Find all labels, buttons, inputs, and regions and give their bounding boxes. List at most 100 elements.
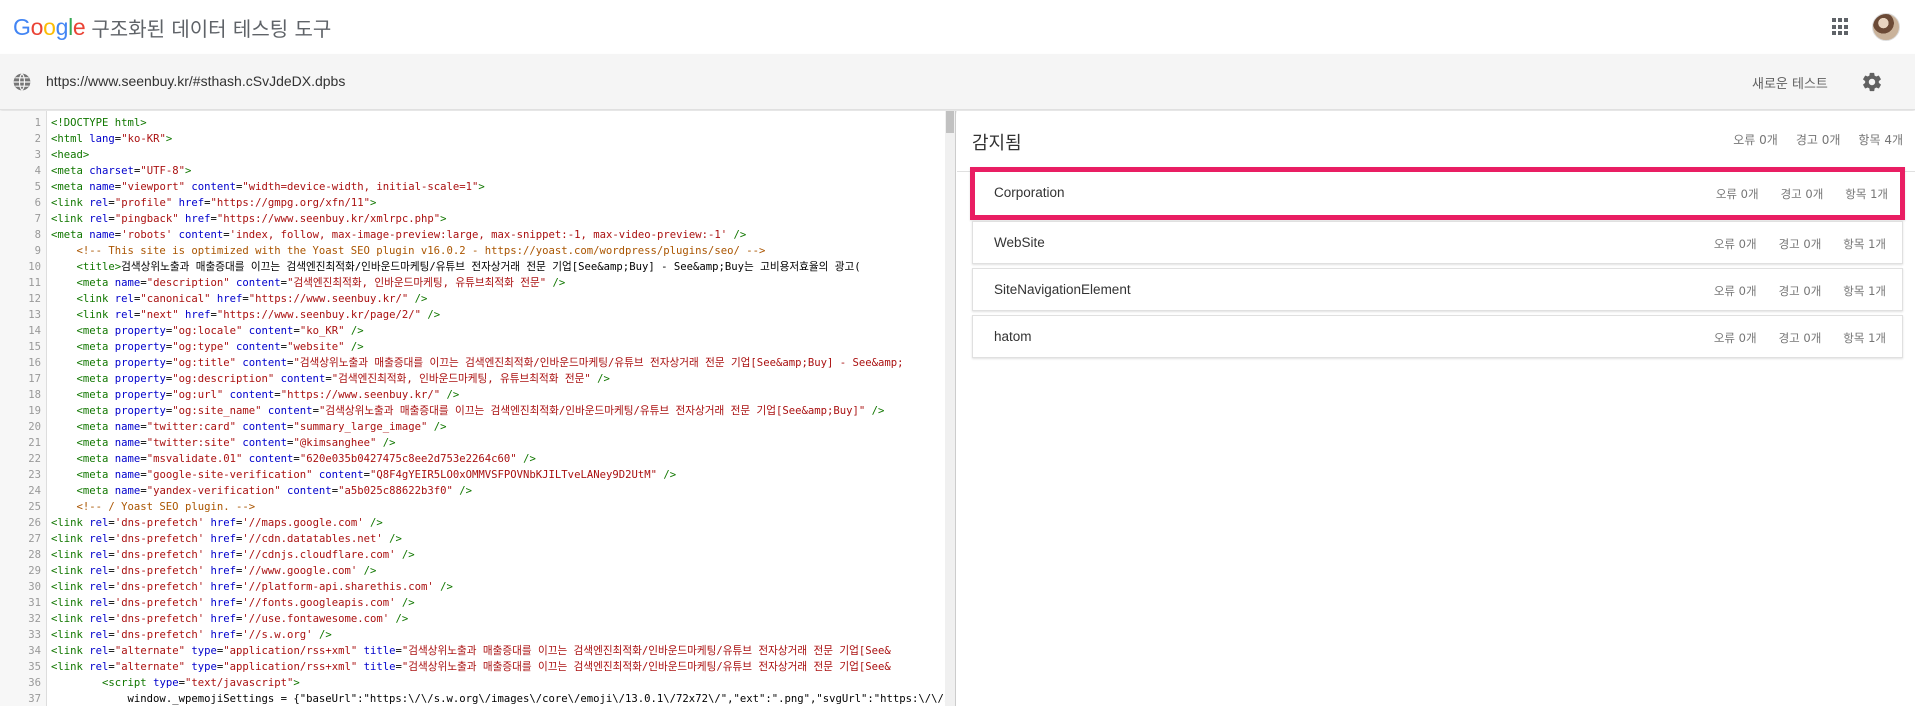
code-text: <meta property="og:type" content="websit… <box>76 341 364 353</box>
detected-header: 감지됨 오류 0개 경고 0개 항목 4개 <box>957 111 1915 172</box>
line-number: 37 <box>28 693 41 705</box>
result-card-website[interactable]: WebSite 오류 0개 경고 0개 항목 1개 <box>972 221 1903 264</box>
code-line: 1 <!DOCTYPE html> <box>0 115 945 131</box>
line-number: 7 <box>34 213 41 225</box>
logo-letter: G <box>13 13 31 40</box>
code-line: 34 <link rel="alternate" type="applicatio… <box>0 643 945 659</box>
line-number: 1 <box>34 117 41 129</box>
code-text: <link rel="profile" href="https://gmpg.o… <box>51 197 377 209</box>
code-line: 22 <meta name="msvalidate.01" content="6… <box>0 451 945 467</box>
code-text: <link rel="canonical" href="https://www.… <box>76 293 428 305</box>
code-text: <title>검색상위노출과 매출증대를 이끄는 검색엔진최적화/인바운드마케팅… <box>76 261 861 273</box>
code-text: <!-- / Yoast SEO plugin. --> <box>76 501 256 513</box>
google-logo[interactable]: Google <box>13 13 86 41</box>
line-number: 9 <box>34 245 41 257</box>
code-line: 20 <meta name="twitter:card" content="su… <box>0 419 945 435</box>
code-line: 19 <meta property="og:site_name" content… <box>0 403 945 419</box>
editor-scrollbar[interactable] <box>945 111 955 706</box>
line-number: 5 <box>34 181 41 193</box>
line-number: 26 <box>28 517 41 529</box>
line-number: 10 <box>28 261 41 273</box>
code-text: <script type="text/javascript"> <box>102 677 300 689</box>
card-stats: 오류 0개 경고 0개 항목 1개 <box>1692 283 1886 299</box>
code-line: 15 <meta property="og:type" content="web… <box>0 339 945 355</box>
card-warnings: 경고 0개 <box>1778 284 1822 298</box>
code-text: <!DOCTYPE html> <box>51 117 147 129</box>
source-code-editor[interactable]: 1 <!DOCTYPE html> 2 <html lang="ko-KR"> 3 <he… <box>0 111 956 706</box>
code-line: 2 <html lang="ko-KR"> <box>0 131 945 147</box>
card-errors: 오류 0개 <box>1713 331 1757 345</box>
result-card-sitenavigationelement[interactable]: SiteNavigationElement 오류 0개 경고 0개 항목 1개 <box>972 268 1903 311</box>
card-type-name: SiteNavigationElement <box>994 282 1131 297</box>
code-line: 30 <link rel='dns-prefetch' href='//platf… <box>0 579 945 595</box>
scroll-thumb[interactable] <box>946 111 954 133</box>
line-number: 33 <box>28 629 41 641</box>
code-line: 6 <link rel="profile" href="https://gmpg.… <box>0 195 945 211</box>
code-text: <meta charset="UTF-8"> <box>51 165 192 177</box>
code-line: 18 <meta property="og:url" content="http… <box>0 387 945 403</box>
apps-grid-icon[interactable] <box>1832 18 1850 36</box>
line-number: 17 <box>28 373 41 385</box>
line-number: 4 <box>34 165 41 177</box>
avatar[interactable] <box>1872 13 1900 41</box>
result-card-hatom[interactable]: hatom 오류 0개 경고 0개 항목 1개 <box>972 315 1903 358</box>
code-line: 28 <link rel='dns-prefetch' href='//cdnjs… <box>0 547 945 563</box>
line-number: 30 <box>28 581 41 593</box>
code-line: 26 <link rel='dns-prefetch' href='//maps.… <box>0 515 945 531</box>
line-number: 14 <box>28 325 41 337</box>
line-number: 23 <box>28 469 41 481</box>
logo-letter: o <box>43 13 56 40</box>
code-line: 8 <meta name='robots' content='index, fol… <box>0 227 945 243</box>
code-line: 4 <meta charset="UTF-8"> <box>0 163 945 179</box>
logo-letter: e <box>72 13 86 40</box>
code-line: 29 <link rel='dns-prefetch' href='//www.g… <box>0 563 945 579</box>
code-line: 11 <meta name="description" content="검색엔… <box>0 275 945 291</box>
code-text: window._wpemojiSettings = {"baseUrl":"ht… <box>127 693 956 705</box>
card-items: 항목 1개 <box>1845 187 1888 201</box>
line-number: 20 <box>28 421 41 433</box>
code-text: <meta name="description" content="검색엔진최적… <box>76 277 566 289</box>
summary-items: 항목 4개 <box>1858 133 1903 147</box>
code-text: <meta property="og:title" content="검색상위노… <box>76 357 904 369</box>
code-text: <link rel='dns-prefetch' href='//platfor… <box>51 581 453 593</box>
line-number: 34 <box>28 645 41 657</box>
line-number: 32 <box>28 613 41 625</box>
code-line: 33 <link rel='dns-prefetch' href='//s.w.o… <box>0 627 945 643</box>
code-line: 7 <link rel="pingback" href="https://www.… <box>0 211 945 227</box>
results-panel: 감지됨 오류 0개 경고 0개 항목 4개 Corporation 오류 0개 경고… <box>957 111 1915 706</box>
code-line: 13 <link rel="next" href="https://www.se… <box>0 307 945 323</box>
card-errors: 오류 0개 <box>1715 187 1759 201</box>
logo-letter: g <box>55 13 69 40</box>
card-type-name: WebSite <box>994 235 1045 250</box>
url-input[interactable]: https://www.seenbuy.kr/#sthash.cSvJdeDX.… <box>46 73 345 89</box>
line-number: 27 <box>28 533 41 545</box>
new-test-button[interactable]: 새로운 테스트 <box>1752 73 1828 92</box>
code-line: 36 <script type="text/javascript"> <box>0 675 945 691</box>
code-line: 3 <head> <box>0 147 945 163</box>
summary-warnings: 경고 0개 <box>1795 133 1841 147</box>
code-line: 35 <link rel="alternate" type="applicatio… <box>0 659 945 675</box>
card-warnings: 경고 0개 <box>1780 187 1824 201</box>
code-text: <link rel="pingback" href="https://www.s… <box>51 213 447 225</box>
card-items: 항목 1개 <box>1843 237 1886 251</box>
code-line: 37 window._wpemojiSettings = {"baseUrl":… <box>0 691 955 706</box>
code-text: <meta name="twitter:site" content="@kims… <box>76 437 396 449</box>
code-line: 14 <meta property="og:locale" content="k… <box>0 323 945 339</box>
code-text: <meta property="og:site_name" content="검… <box>76 405 885 417</box>
code-text: <link rel='dns-prefetch' href='//fonts.g… <box>51 597 415 609</box>
gear-icon[interactable] <box>1861 71 1883 93</box>
line-number: 25 <box>28 501 41 513</box>
app-title: 구조화된 데이터 테스팅 도구 <box>91 16 332 41</box>
code-text: <link rel='dns-prefetch' href='//s.w.org… <box>51 629 332 641</box>
card-stats: 오류 0개 경고 0개 항목 1개 <box>1692 236 1886 252</box>
card-errors: 오류 0개 <box>1713 237 1757 251</box>
code-text: <link rel="alternate" type="application/… <box>51 661 891 673</box>
top-bar: Google 구조화된 데이터 테스팅 도구 <box>0 0 1915 54</box>
code-text: <link rel='dns-prefetch' href='//use.fon… <box>51 613 409 625</box>
code-text: <meta name="twitter:card" content="summa… <box>76 421 447 433</box>
card-items: 항목 1개 <box>1843 284 1886 298</box>
card-stats: 오류 0개 경고 0개 항목 1개 <box>1694 186 1888 202</box>
result-card-corporation[interactable]: Corporation 오류 0개 경고 0개 항목 1개 <box>970 167 1905 220</box>
code-line: 10 <title>검색상위노출과 매출증대를 이끄는 검색엔진최적화/인바운드… <box>0 259 945 275</box>
card-type-name: hatom <box>994 329 1032 344</box>
